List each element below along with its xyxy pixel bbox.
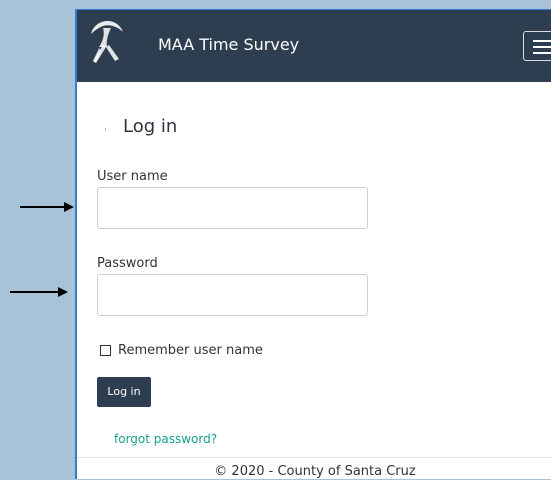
arrow-head [58, 287, 68, 297]
hamburger-bar [533, 40, 551, 42]
login-button[interactable]: Log in [97, 377, 151, 407]
remember-user-label[interactable]: Remember user name [118, 342, 263, 360]
arrow-head [64, 202, 74, 212]
county-logo-icon[interactable] [85, 14, 129, 74]
forgot-password-link[interactable]: forgot password? [114, 431, 217, 447]
title-bullet-icon: · [104, 125, 107, 135]
password-input[interactable] [97, 274, 368, 316]
arrow-shaft [20, 206, 66, 208]
footer-divider [77, 457, 551, 458]
password-label: Password [97, 256, 158, 271]
username-label: User name [97, 169, 168, 184]
hamburger-bar [533, 52, 551, 54]
navbar: MAA Time Survey [77, 10, 551, 82]
arrow-shaft [10, 291, 60, 293]
remember-user-checkbox[interactable] [100, 345, 111, 356]
username-input[interactable] [97, 187, 368, 229]
hamburger-bar [533, 46, 551, 48]
app-brand-title[interactable]: MAA Time Survey [158, 35, 299, 55]
annotation-arrow-username [20, 202, 74, 212]
page-title: Log in [123, 116, 178, 137]
login-page-card: MAA Time Survey · Log in User name Passw… [75, 9, 551, 479]
menu-toggle-button[interactable] [523, 31, 551, 61]
footer-copyright: © 2020 - County of Santa Cruz [214, 464, 416, 479]
annotation-arrow-password [10, 287, 68, 297]
